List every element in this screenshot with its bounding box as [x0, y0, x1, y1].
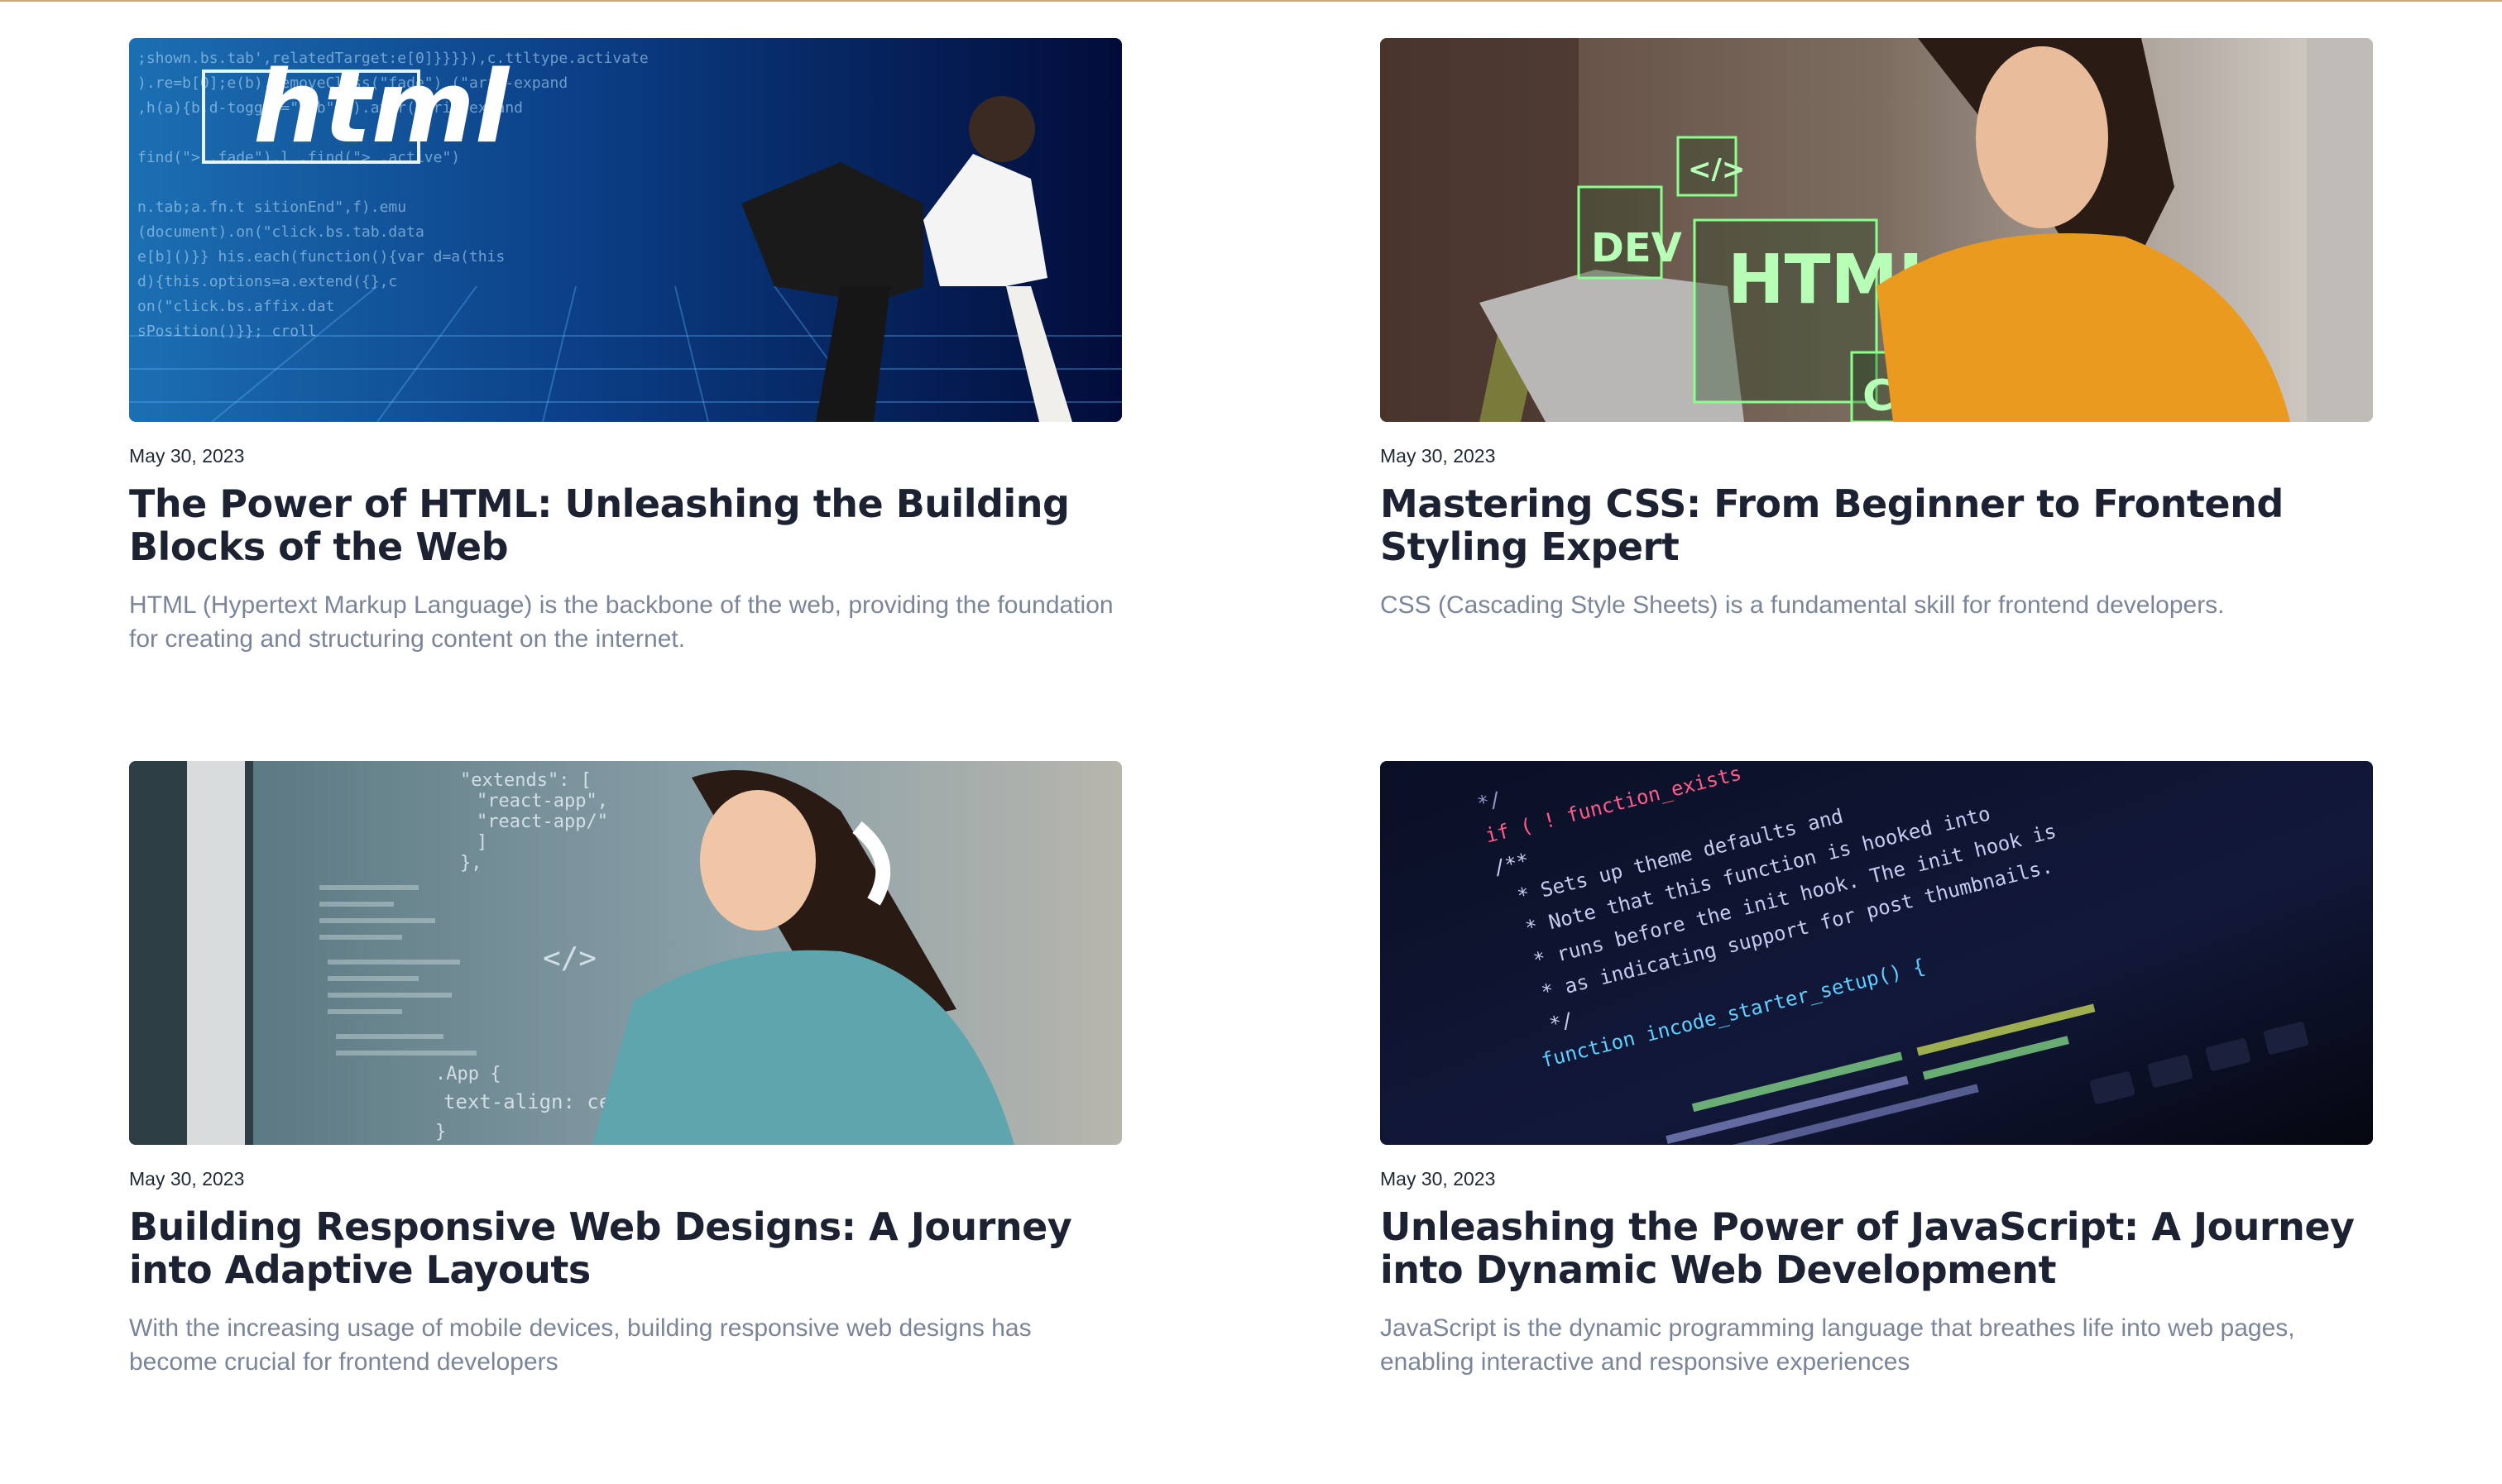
html-image: ;shown.bs.tab',relatedTarget:e[0]}}}}),c… [129, 38, 1122, 422]
svg-text:d){this.options=a.extend({},c: d){this.options=a.extend({},c [137, 273, 397, 290]
blog-card[interactable]: DEV HTML CSS </> May 30, 2023 Mastering … [1380, 38, 2373, 761]
svg-text:.App {: .App { [435, 1064, 501, 1084]
post-title[interactable]: The Power of HTML: Unleashing the Buildi… [129, 482, 1122, 568]
svg-text:(document).on("click.bs.tab.da: (document).on("click.bs.tab.data [137, 223, 424, 241]
svg-text:on("click.bs.affix.dat: on("click.bs.affix.dat [137, 298, 334, 315]
svg-text:]: ] [477, 832, 487, 853]
post-title[interactable]: Building Responsive Web Designs: A Journ… [129, 1205, 1122, 1291]
post-thumbnail[interactable]: "extends": [ "react-app", "react-app/" ]… [129, 761, 1122, 1145]
post-date: May 30, 2023 [1380, 445, 1496, 467]
post-title[interactable]: Unleashing the Power of JavaScript: A Jo… [1380, 1205, 2373, 1291]
post-date: May 30, 2023 [129, 1168, 245, 1190]
post-title[interactable]: Mastering CSS: From Beginner to Frontend… [1380, 482, 2373, 568]
svg-text:},: }, [460, 853, 482, 874]
post-excerpt: CSS (Cascading Style Sheets) is a fundam… [1380, 591, 2225, 619]
responsive-image: "extends": [ "react-app", "react-app/" ]… [129, 761, 1122, 1145]
svg-text:DEV: DEV [1591, 225, 1682, 271]
blog-card[interactable]: */ if ( ! function_exists /** * Sets up … [1380, 761, 2373, 1484]
blog-post-grid: ;shown.bs.tab',relatedTarget:e[0]}}}}),c… [129, 38, 2373, 1484]
top-divider [0, 0, 2502, 2]
svg-text:}: } [435, 1122, 446, 1142]
svg-text:n.tab;a.fn.t sitionEnd",f).em: n.tab;a.fn.t sitionEnd",f).emu [137, 199, 406, 216]
svg-text:"extends": [: "extends": [ [460, 770, 592, 791]
post-excerpt: With the increasing usage of mobile devi… [129, 1314, 1032, 1376]
post-thumbnail[interactable]: DEV HTML CSS </> [1380, 38, 2373, 422]
svg-text:</>: </> [543, 941, 597, 975]
post-excerpt: HTML (Hypertext Markup Language) is the … [129, 591, 1114, 653]
javascript-image: */ if ( ! function_exists /** * Sets up … [1380, 761, 2373, 1145]
svg-text:e[b]()}} his.each(function(){: e[b]()}} his.each(function(){var d=a(thi… [137, 248, 505, 266]
svg-text:"react-app/": "react-app/" [477, 811, 608, 832]
svg-text:html: html [253, 50, 510, 165]
svg-text:</>: </> [1688, 153, 1745, 186]
post-date: May 30, 2023 [129, 445, 245, 467]
svg-text:sPosition()}}; croll: sPosition()}}; croll [137, 323, 317, 340]
blog-card[interactable]: "extends": [ "react-app", "react-app/" ]… [129, 761, 1122, 1484]
svg-text:"react-app",: "react-app", [477, 791, 608, 811]
post-thumbnail[interactable]: */ if ( ! function_exists /** * Sets up … [1380, 761, 2373, 1145]
post-date: May 30, 2023 [1380, 1168, 1496, 1190]
blog-card[interactable]: ;shown.bs.tab',relatedTarget:e[0]}}}}),c… [129, 38, 1122, 761]
post-thumbnail[interactable]: ;shown.bs.tab',relatedTarget:e[0]}}}}),c… [129, 38, 1122, 422]
css-image: DEV HTML CSS </> [1380, 38, 2373, 422]
post-excerpt: JavaScript is the dynamic programming la… [1380, 1314, 2295, 1376]
